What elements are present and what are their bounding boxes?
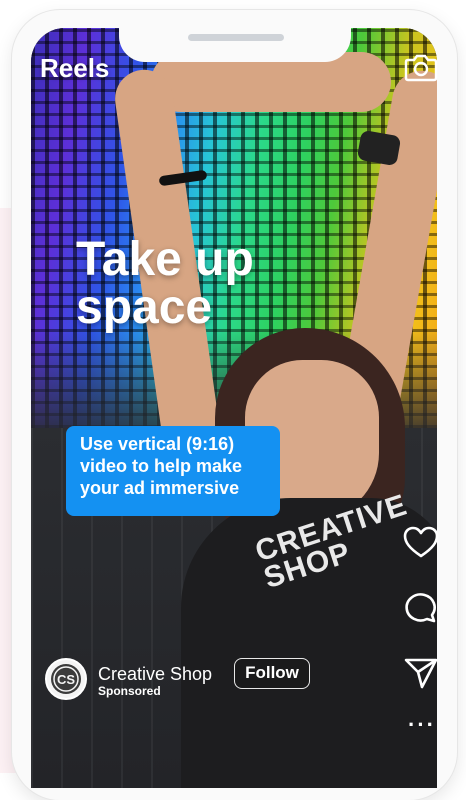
more-icon[interactable]: ···	[405, 712, 439, 737]
send-icon[interactable]	[403, 656, 439, 690]
tip-callout: Use vertical (9:16) video to help make y…	[66, 426, 280, 516]
follow-button[interactable]: Follow	[234, 658, 310, 689]
phone-speaker	[188, 34, 284, 41]
heart-icon[interactable]	[403, 526, 439, 560]
ad-headline: Take up space	[76, 233, 254, 334]
avatar-initials: CS	[57, 672, 75, 687]
account-name[interactable]: Creative Shop	[98, 663, 212, 685]
comment-icon[interactable]	[403, 590, 439, 624]
reels-title: Reels	[40, 53, 110, 83]
avatar[interactable]: CS	[45, 658, 87, 700]
sponsored-label: Sponsored	[98, 684, 161, 698]
camera-icon[interactable]	[404, 52, 438, 82]
